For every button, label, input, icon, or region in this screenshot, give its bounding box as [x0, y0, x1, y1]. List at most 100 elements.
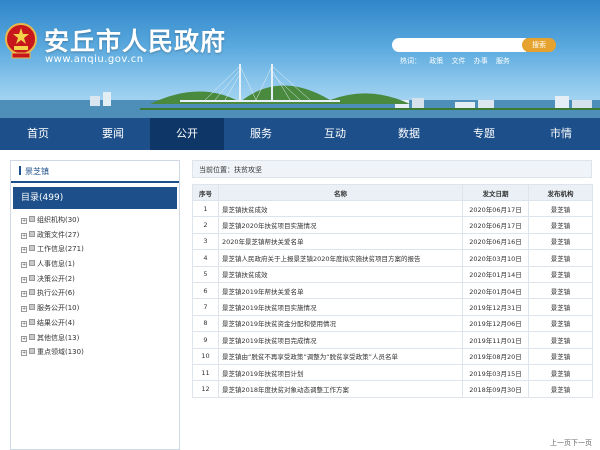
expand-icon[interactable]: + — [21, 247, 27, 254]
nav-item-topics[interactable]: 专题 — [446, 118, 522, 150]
row-title-link[interactable]: 景芝镇2019年扶贫项目完成情况 — [218, 331, 463, 349]
row-number: 9 — [192, 331, 219, 349]
nav-item-news[interactable]: 要闻 — [76, 118, 150, 150]
row-date: 2020年06月16日 — [462, 232, 529, 251]
expand-icon[interactable]: + — [21, 232, 27, 239]
row-number: 11 — [192, 363, 219, 382]
row-title-link[interactable]: 景芝镇2019年扶贫项目计划 — [218, 363, 463, 382]
row-number: 4 — [192, 249, 219, 267]
breadcrumb: 当前位置：扶贫攻坚 — [192, 160, 592, 178]
sidebar-item-organization[interactable]: + 组织机构(30) — [11, 213, 179, 228]
table-row[interactable]: 1 景芝镇扶贫成效 2020年06月17日 景芝镇 — [192, 199, 593, 218]
sidebar-item-key-areas[interactable]: + 重点领域(130) — [11, 345, 179, 360]
row-date: 2019年11月01日 — [462, 331, 529, 349]
row-org: 景芝镇 — [528, 298, 593, 316]
expand-icon[interactable]: + — [21, 276, 27, 283]
folder-icon — [29, 245, 35, 252]
row-number: 3 — [192, 232, 219, 251]
column-header-no: 序号 — [192, 184, 219, 201]
table-row[interactable]: 6 景芝镇2019年帮扶关爱名单 2020年01月04日 景芝镇 — [192, 281, 593, 300]
table-row[interactable]: 10 景芝镇由“脱贫不再享受政策”调整为“脱贫享受政策”人员名单 2019年08月2… — [192, 347, 593, 365]
table-row[interactable]: 7 景芝镇2019年扶贫项目实施情况 2019年12月31日 景芝镇 — [192, 298, 593, 316]
row-number: 1 — [192, 199, 219, 218]
sidebar-item-decision[interactable]: + 决策公开(2) — [11, 272, 179, 287]
table-row[interactable]: 12 景芝镇2018年度扶贫对象动态调整工作方案 2018年09月30日 景芝镇 — [192, 380, 593, 398]
row-title-link[interactable]: 景芝镇扶贫成效 — [218, 199, 463, 218]
row-date: 2020年01月14日 — [462, 265, 529, 283]
directory-header[interactable]: 目录(499) — [13, 187, 177, 209]
nav-item-data[interactable]: 数据 — [372, 118, 446, 150]
sidebar-heading: 景芝镇 — [11, 161, 179, 183]
column-header-org: 发布机构 — [528, 184, 593, 201]
folder-icon — [29, 318, 35, 325]
expand-icon[interactable]: + — [21, 350, 27, 357]
expand-icon[interactable]: + — [21, 262, 27, 269]
sidebar-item-label: 结果公开(4) — [37, 318, 75, 327]
row-title-link[interactable]: 景芝镇2019年扶贫资金分配和使用情况 — [218, 314, 463, 333]
row-title-link[interactable]: 景芝镇2019年帮扶关爱名单 — [218, 281, 463, 300]
sidebar-item-label: 工作信息(271) — [37, 245, 84, 254]
table-row[interactable]: 8 景芝镇2019年扶贫资金分配和使用情况 2019年12月06日 景芝镇 — [192, 314, 593, 333]
site-title[interactable]: 安丘市人民政府 — [44, 22, 226, 58]
sidebar-item-label: 执行公开(6) — [37, 289, 75, 298]
sidebar-item-label: 其他信息(13) — [37, 333, 80, 342]
expand-icon[interactable]: + — [21, 291, 27, 298]
row-date: 2019年08月20日 — [462, 347, 529, 365]
table-row[interactable]: 3 2020年景芝镇帮扶关爱名单 2020年06月16日 景芝镇 — [192, 232, 593, 251]
main-nav: 首页 要闻 公开 服务 互动 数据 专题 市情 — [0, 118, 600, 150]
sidebar-item-other[interactable]: + 其他信息(13) — [11, 331, 179, 346]
column-header-name: 名称 — [218, 184, 463, 201]
nav-item-city-info[interactable]: 市情 — [522, 118, 600, 150]
sidebar: 景芝镇 目录(499) + 组织机构(30) + 政策文件(27) + 工作信息(27… — [10, 160, 180, 450]
row-number: 12 — [192, 380, 219, 398]
expand-icon[interactable]: + — [21, 218, 27, 224]
row-title-link[interactable]: 景芝镇由“脱贫不再享受政策”调整为“脱贫享受政策”人员名单 — [218, 347, 463, 365]
pager[interactable]: 上一页下一页 — [550, 438, 592, 448]
row-date: 2019年03月15日 — [462, 363, 529, 382]
row-number: 7 — [192, 298, 219, 316]
row-org: 景芝镇 — [528, 216, 593, 234]
folder-icon — [29, 333, 35, 340]
sidebar-item-label: 政策文件(27) — [37, 230, 80, 239]
sidebar-item-results[interactable]: + 结果公开(4) — [11, 316, 179, 331]
sidebar-item-service[interactable]: + 服务公开(10) — [11, 301, 179, 316]
nav-item-service[interactable]: 服务 — [224, 118, 298, 150]
row-org: 景芝镇 — [528, 363, 593, 382]
sidebar-item-execution[interactable]: + 执行公开(6) — [11, 286, 179, 301]
row-title-link[interactable]: 景芝镇2020年扶贫项目实施情况 — [218, 216, 463, 234]
row-org: 景芝镇 — [528, 281, 593, 300]
table-row[interactable]: 2 景芝镇2020年扶贫项目实施情况 2020年06月17日 景芝镇 — [192, 216, 593, 234]
table-row[interactable]: 9 景芝镇2019年扶贫项目完成情况 2019年11月01日 景芝镇 — [192, 331, 593, 349]
sidebar-item-label: 决策公开(2) — [37, 274, 75, 283]
table-row[interactable]: 4 景芝镇人民政府关于上报景芝镇2020年度拟实施扶贫项目方案的报告 2020年03… — [192, 249, 593, 267]
row-title-link[interactable]: 景芝镇人民政府关于上报景芝镇2020年度拟实施扶贫项目方案的报告 — [218, 249, 463, 267]
row-title-link[interactable]: 景芝镇2019年扶贫项目实施情况 — [218, 298, 463, 316]
sidebar-item-policy-files[interactable]: + 政策文件(27) — [11, 228, 179, 243]
sidebar-item-label: 服务公开(10) — [37, 304, 80, 313]
nav-item-interaction[interactable]: 互动 — [298, 118, 372, 150]
row-title-link[interactable]: 景芝镇2018年度扶贫对象动态调整工作方案 — [218, 380, 463, 398]
table-row[interactable]: 11 景芝镇2019年扶贫项目计划 2019年03月15日 景芝镇 — [192, 363, 593, 382]
row-title-link[interactable]: 2020年景芝镇帮扶关爱名单 — [218, 232, 463, 251]
nav-item-open[interactable]: 公开 — [150, 118, 224, 150]
folder-icon — [29, 230, 35, 237]
header-banner: 安丘市人民政府 www.anqiu.gov.cn 搜索 热词： 政策 文件 办事… — [0, 0, 600, 118]
nav-item-home[interactable]: 首页 — [0, 118, 76, 150]
row-date: 2020年06月17日 — [462, 216, 529, 234]
row-org: 景芝镇 — [528, 347, 593, 365]
row-org: 景芝镇 — [528, 232, 593, 251]
column-header-date: 发文日期 — [462, 184, 529, 201]
search-button[interactable]: 搜索 — [522, 38, 556, 52]
table-row[interactable]: 5 景芝镇扶贫成效 2020年01月14日 景芝镇 — [192, 265, 593, 283]
national-emblem-icon — [5, 23, 37, 59]
expand-icon[interactable]: + — [21, 320, 27, 327]
row-date: 2020年06月17日 — [462, 199, 529, 218]
expand-icon[interactable]: + — [21, 306, 27, 313]
row-title-link[interactable]: 景芝镇扶贫成效 — [218, 265, 463, 283]
sidebar-item-work-info[interactable]: + 工作信息(271) — [11, 242, 179, 257]
sidebar-item-personnel[interactable]: + 人事信息(1) — [11, 257, 179, 272]
expand-icon[interactable]: + — [21, 335, 27, 342]
search-input[interactable] — [392, 38, 526, 52]
row-org: 景芝镇 — [528, 380, 593, 398]
row-number: 6 — [192, 281, 219, 300]
